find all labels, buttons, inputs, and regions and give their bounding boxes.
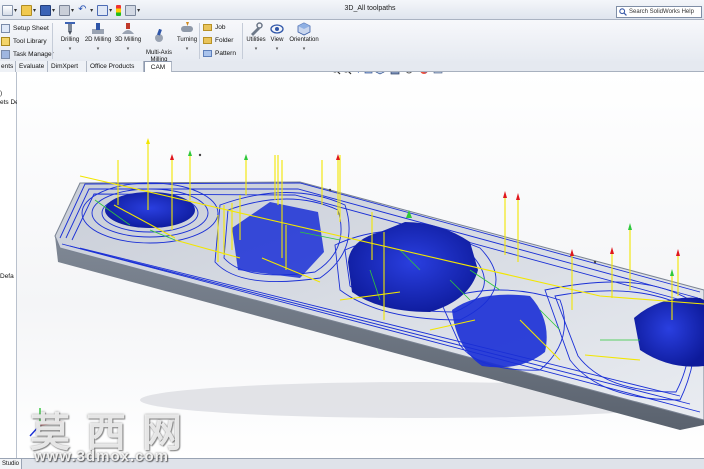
3d-milling-label: 3D Milling (114, 37, 142, 43)
title-bar: ▾ ▾ ▾ ▾ ↶ ▾ ▾ ▾ 3D_All toolpaths Search … (0, 0, 704, 20)
multi-axis-milling-icon (155, 28, 163, 42)
command-manager: Setup Sheet Tool Library Task Manager Dr… (0, 20, 704, 69)
save-dropdown-icon[interactable]: ▾ (52, 7, 55, 14)
setup-sheet-icon (1, 23, 10, 33)
2d-milling-label: 2D Milling (84, 37, 112, 43)
3d-milling-button[interactable]: 3D Milling ▾ (114, 22, 142, 52)
tab-cam[interactable]: CAM (144, 61, 172, 72)
search-help-input[interactable]: Search SolidWorks Help (616, 6, 702, 18)
quick-access-toolbar: ▾ ▾ ▾ ▾ ↶ ▾ ▾ ▾ (2, 4, 144, 16)
setup-sheet-label: Setup Sheet (13, 24, 49, 32)
search-icon (619, 8, 627, 16)
utilities-label: Utilities (246, 37, 266, 43)
options-icon[interactable] (125, 4, 137, 16)
job-label: Job (215, 24, 226, 31)
solidworks-cam-window: ▾ ▾ ▾ ▾ ↶ ▾ ▾ ▾ 3D_All toolpaths Search … (0, 0, 704, 469)
view-dropdown-icon[interactable]: ▾ (268, 46, 286, 53)
tab-dimxpert[interactable]: DimXpert (48, 61, 87, 72)
pattern-button[interactable]: Pattern (203, 48, 236, 59)
drilling-dropdown-icon[interactable]: ▾ (58, 46, 82, 53)
open-folder-icon[interactable] (21, 4, 33, 16)
turning-icon (181, 22, 193, 32)
search-placeholder: Search SolidWorks Help (629, 9, 694, 15)
drilling-label: Drilling (60, 37, 80, 43)
undo-dropdown-icon[interactable]: ▾ (90, 7, 93, 14)
2d-milling-dropdown-icon[interactable]: ▾ (84, 46, 112, 53)
job-button[interactable]: Job (203, 22, 225, 33)
task-manager-label: Task Manager (13, 50, 54, 58)
job-icon (203, 24, 212, 31)
folder-button[interactable]: Folder (203, 35, 233, 46)
ribbon-separator (242, 23, 243, 59)
drilling-button[interactable]: Drilling ▾ (58, 22, 82, 52)
window-title: 3D_All toolpaths (344, 5, 396, 12)
view-button[interactable]: View ▾ (268, 22, 286, 52)
tab-evaluate[interactable]: Evaluate (16, 61, 48, 72)
new-dropdown-icon[interactable]: ▾ (14, 7, 17, 14)
utilities-dropdown-icon[interactable]: ▾ (245, 46, 267, 53)
tool-library-button[interactable]: Tool Library (0, 35, 47, 47)
ribbon-separator (52, 23, 53, 59)
tab-office-products[interactable]: Office Products (87, 61, 144, 72)
setup-sheet-button[interactable]: Setup Sheet (0, 22, 49, 34)
select-dropdown-icon[interactable]: ▾ (109, 7, 112, 14)
rebuild-icon[interactable] (116, 4, 122, 16)
utilities-icon (251, 22, 263, 36)
3d-milling-icon (122, 23, 134, 34)
print-dropdown-icon[interactable]: ▾ (71, 7, 74, 14)
orientation-dropdown-icon[interactable]: ▾ (287, 46, 321, 53)
3d-milling-dropdown-icon[interactable]: ▾ (114, 46, 142, 53)
view-icon (270, 24, 284, 34)
turning-dropdown-icon[interactable]: ▾ (176, 46, 198, 53)
drilling-icon (65, 22, 75, 35)
undo-icon[interactable]: ↶ (78, 4, 89, 16)
folder-label: Folder (215, 37, 234, 44)
watermark-url: www.3dmox.com (34, 448, 169, 465)
tab-motion-study[interactable]: Studio (0, 459, 23, 469)
save-icon[interactable] (40, 4, 52, 16)
select-icon[interactable] (97, 4, 109, 16)
orientation-button[interactable]: Orientation ▾ (287, 22, 321, 52)
task-manager-button[interactable]: Task Manager (0, 48, 54, 60)
2d-milling-icon (92, 23, 104, 34)
open-dropdown-icon[interactable]: ▾ (33, 7, 36, 14)
feature-manager-panel: ) ets De Defa (0, 72, 19, 458)
print-icon[interactable] (59, 4, 71, 16)
tree-item-2[interactable]: ets De (0, 99, 19, 106)
utilities-button[interactable]: Utilities ▾ (245, 22, 267, 52)
2d-milling-button[interactable]: 2D Milling ▾ (84, 22, 112, 52)
task-manager-icon (1, 49, 10, 59)
view-label: View (270, 37, 284, 43)
turning-label: Turning (176, 37, 198, 43)
orientation-icon (297, 22, 311, 36)
new-document-icon[interactable] (2, 4, 13, 16)
tree-item-1[interactable]: ) (0, 90, 2, 97)
tree-item-default[interactable]: Defa (0, 273, 14, 280)
pattern-icon (203, 50, 212, 57)
options-dropdown-icon[interactable]: ▾ (137, 7, 140, 14)
tool-library-icon (1, 36, 10, 46)
tool-library-label: Tool Library (13, 37, 47, 45)
orientation-label: Orientation (289, 37, 319, 43)
tab-features[interactable]: ents (0, 61, 16, 72)
folder-icon (203, 37, 212, 44)
pattern-label: Pattern (215, 50, 236, 57)
ribbon-separator (199, 23, 200, 59)
turning-button[interactable]: Turning ▾ (176, 22, 198, 52)
command-manager-tabs: ents Evaluate DimXpert Office Products C… (0, 61, 704, 72)
